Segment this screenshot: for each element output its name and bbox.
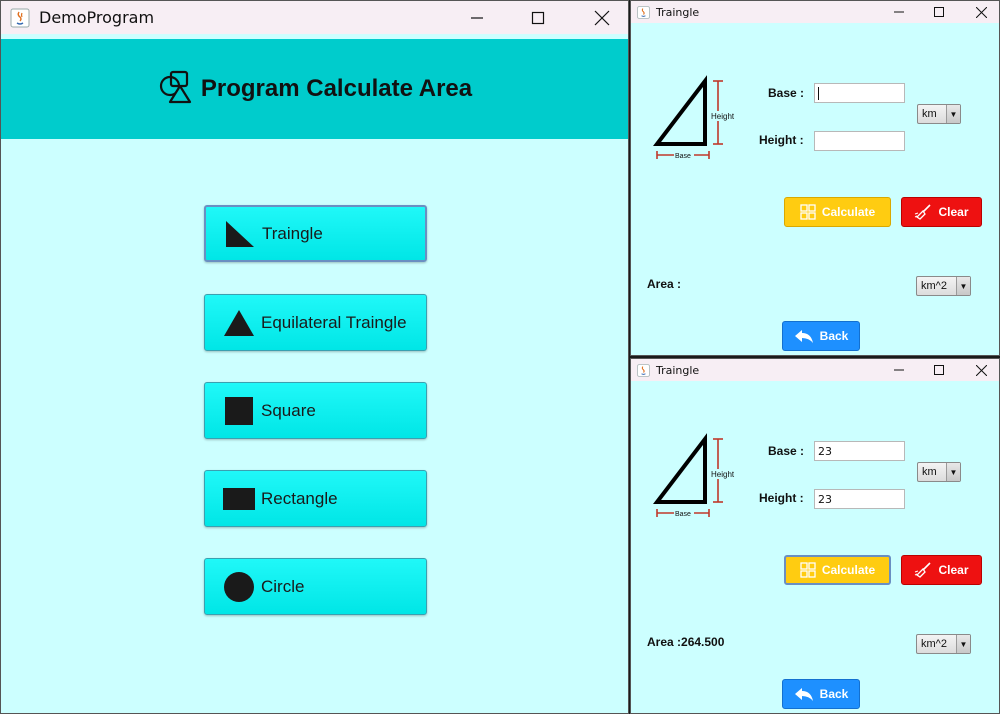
window-title: Traingle	[656, 5, 700, 19]
minimize-button[interactable]	[878, 1, 920, 23]
triangle-window-empty: Traingle Height Base Base : Height : km …	[630, 0, 1000, 356]
window-title: DemoProgram	[39, 8, 155, 27]
base-input[interactable]	[814, 83, 905, 103]
back-label: Back	[819, 687, 849, 701]
area-label: Area :	[647, 277, 682, 291]
chevron-down-icon: ▼	[956, 635, 970, 653]
height-caption: Height	[711, 112, 735, 121]
chevron-down-icon: ▼	[946, 463, 960, 481]
unit-select[interactable]: km ▼	[917, 462, 961, 482]
maximize-button[interactable]	[918, 359, 960, 381]
close-button[interactable]	[579, 1, 625, 34]
maximize-button[interactable]	[918, 1, 960, 23]
area-unit-value: km^2	[921, 638, 947, 650]
close-icon	[975, 364, 987, 376]
minimize-button[interactable]	[878, 359, 920, 381]
back-arrow-icon	[794, 328, 814, 344]
circle-icon	[223, 571, 255, 603]
circle-label: Circle	[261, 576, 305, 596]
base-caption: Base	[675, 153, 691, 160]
java-icon	[637, 5, 650, 19]
area-value: 264.500	[681, 635, 725, 649]
equilateral-traingle-button[interactable]: Equilateral Traingle	[204, 294, 427, 351]
minimize-icon	[894, 369, 904, 371]
triangle-icon	[223, 307, 255, 339]
calculate-label: Calculate	[821, 205, 876, 219]
base-label: Base :	[768, 86, 805, 100]
area-unit-value: km^2	[921, 280, 947, 292]
traingle-label: Traingle	[262, 223, 323, 243]
unit-value: km	[922, 108, 937, 120]
java-icon	[10, 8, 30, 28]
chevron-down-icon: ▼	[946, 105, 960, 123]
unit-select[interactable]: km ▼	[917, 104, 961, 124]
area-unit-select[interactable]: km^2 ▼	[916, 276, 971, 296]
header-banner: Program Calculate Area	[1, 39, 628, 139]
java-icon	[637, 363, 650, 377]
unit-value: km	[922, 466, 937, 478]
title-bar[interactable]: Traingle	[631, 1, 999, 23]
page-title: Program Calculate Area	[200, 75, 473, 102]
minimize-icon	[471, 16, 483, 19]
title-bar[interactable]: DemoProgram	[1, 1, 628, 34]
calculator-icon	[800, 562, 816, 578]
clear-button[interactable]: Clear	[901, 197, 982, 227]
equilateral-traingle-label: Equilateral Traingle	[261, 312, 407, 332]
back-label: Back	[819, 329, 849, 343]
triangle-diagram: Height Base	[653, 75, 737, 160]
rectangle-icon	[223, 483, 255, 515]
title-bar[interactable]: Traingle	[631, 359, 999, 381]
circle-button[interactable]: Circle	[204, 558, 427, 615]
demo-program-window: DemoProgram Program Calculate Area Train…	[0, 0, 629, 714]
minimize-button[interactable]	[454, 1, 500, 34]
height-input[interactable]	[814, 131, 905, 151]
maximize-icon	[531, 11, 545, 24]
calculator-icon	[800, 204, 816, 220]
triangle-diagram: Height Base	[653, 433, 737, 518]
close-icon	[594, 10, 610, 25]
maximize-icon	[934, 7, 944, 17]
square-label: Square	[261, 400, 316, 420]
rectangle-label: Rectangle	[261, 488, 338, 508]
maximize-icon	[934, 365, 944, 375]
area-label: Area :264.500	[647, 635, 725, 649]
broom-icon	[914, 562, 932, 578]
close-button[interactable]	[960, 1, 999, 23]
height-caption: Height	[711, 470, 735, 479]
back-button[interactable]: Back	[782, 321, 860, 351]
clear-label: Clear	[938, 205, 969, 219]
base-caption: Base	[675, 511, 691, 518]
calculate-button[interactable]: Calculate	[784, 555, 891, 585]
shapes-icon	[159, 70, 193, 109]
close-button[interactable]	[960, 359, 999, 381]
traingle-button[interactable]: Traingle	[204, 205, 427, 262]
triangle-window-result: Traingle Height Base Base : 23 Height : …	[630, 358, 1000, 714]
clear-label: Clear	[938, 563, 969, 577]
height-label: Height :	[759, 491, 804, 505]
back-button[interactable]: Back	[782, 679, 860, 709]
area-unit-select[interactable]: km^2 ▼	[916, 634, 971, 654]
clear-button[interactable]: Clear	[901, 555, 982, 585]
height-label: Height :	[759, 133, 804, 147]
calculate-label: Calculate	[821, 563, 876, 577]
calculate-button[interactable]: Calculate	[784, 197, 891, 227]
rectangle-button[interactable]: Rectangle	[204, 470, 427, 527]
minimize-icon	[894, 11, 904, 13]
maximize-button[interactable]	[515, 1, 561, 34]
close-icon	[975, 6, 987, 18]
base-input[interactable]: 23	[814, 441, 905, 461]
height-input[interactable]: 23	[814, 489, 905, 509]
base-label: Base :	[768, 444, 805, 458]
right-triangle-icon	[224, 218, 256, 250]
broom-icon	[914, 204, 932, 220]
square-button[interactable]: Square	[204, 382, 427, 439]
window-title: Traingle	[656, 363, 700, 377]
chevron-down-icon: ▼	[956, 277, 970, 295]
square-icon	[223, 395, 255, 427]
back-arrow-icon	[794, 686, 814, 702]
